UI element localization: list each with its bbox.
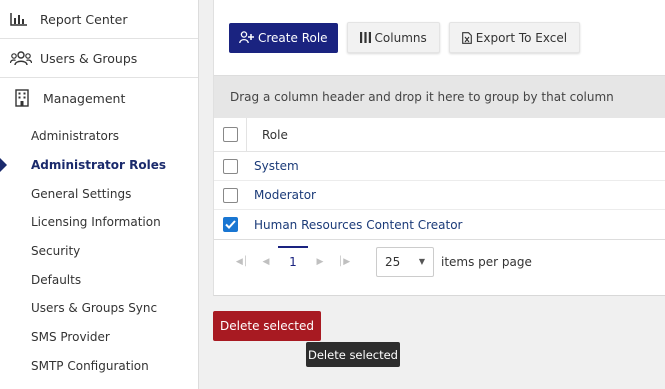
row-check-cell (214, 217, 246, 232)
sub-item-defaults[interactable]: Defaults (0, 265, 198, 294)
management-submenu: Administrators Administrator Roles Gener… (0, 118, 198, 380)
sub-item-general-settings[interactable]: General Settings (0, 179, 198, 208)
nav-report-center[interactable]: Report Center (0, 0, 198, 39)
chart-icon (10, 11, 32, 27)
select-all-checkbox[interactable] (222, 127, 238, 142)
export-excel-label: Export To Excel (475, 30, 568, 45)
next-page-icon[interactable]: ▶ (308, 257, 332, 267)
page-number-current[interactable]: 1 (278, 245, 308, 269)
row-checkbox[interactable] (222, 158, 238, 174)
sidebar: Report Center Users & Groups Management … (0, 0, 199, 389)
sub-item-administrator-roles[interactable]: Administrator Roles (0, 151, 198, 180)
row-checkbox[interactable] (222, 187, 238, 203)
roles-grid-panel: Create Role Columns Export To Excel Drag… (213, 0, 665, 296)
delete-selected-button[interactable]: Delete selected (213, 311, 321, 341)
sub-item-smtp-configuration[interactable]: SMTP Configuration (0, 352, 198, 381)
row-checkbox[interactable] (222, 217, 238, 232)
grid-toolbar: Create Role Columns Export To Excel (214, 0, 665, 75)
sub-item-licensing-information[interactable]: Licensing Information (0, 208, 198, 237)
last-page-icon[interactable]: │▶ (332, 257, 356, 267)
columns-button[interactable]: Columns (346, 22, 440, 53)
users-icon (10, 50, 32, 66)
checkmark-icon (224, 220, 236, 229)
table-row: Moderator (214, 181, 665, 210)
columns-label: Columns (374, 30, 427, 45)
row-check-cell (214, 187, 246, 203)
role-link[interactable]: System (246, 159, 299, 173)
nav-users-groups-label: Users & Groups (40, 50, 138, 66)
create-role-label: Create Role (258, 30, 328, 45)
select-all-cell (214, 127, 246, 142)
group-by-drop-zone[interactable]: Drag a column header and drop it here to… (214, 75, 665, 118)
sub-item-security[interactable]: Security (0, 237, 198, 266)
nav-management[interactable]: Management (0, 78, 198, 118)
nav-users-groups[interactable]: Users & Groups (0, 39, 198, 78)
role-link[interactable]: Human Resources Content Creator (246, 218, 463, 232)
table-row: Human Resources Content Creator (214, 210, 665, 239)
columns-icon (359, 32, 371, 43)
export-excel-button[interactable]: Export To Excel (448, 22, 581, 53)
first-page-icon[interactable]: ◀│ (230, 257, 254, 267)
sub-item-users-groups-sync[interactable]: Users & Groups Sync (0, 294, 198, 323)
prev-page-icon[interactable]: ◀ (254, 257, 278, 267)
page-size-value: 25 (385, 254, 401, 269)
page-size-select[interactable]: 25 ▼ (376, 246, 434, 277)
building-icon (15, 89, 33, 107)
excel-file-icon (461, 31, 472, 44)
table-row: System (214, 152, 665, 181)
items-per-page-label: items per page (441, 254, 532, 269)
nav-report-center-label: Report Center (40, 11, 128, 27)
sub-item-sms-provider[interactable]: SMS Provider (0, 323, 198, 352)
create-role-button[interactable]: Create Role (229, 22, 338, 53)
pager: ◀│ ◀ 1 ▶ │▶ 25 ▼ items per page (214, 239, 665, 283)
row-check-cell (214, 158, 246, 174)
nav-management-label: Management (43, 90, 126, 106)
grid-header-row: Role (214, 117, 665, 152)
role-link[interactable]: Moderator (246, 188, 316, 202)
column-header-role[interactable]: Role (247, 128, 288, 142)
chevron-down-icon: ▼ (418, 257, 425, 266)
delete-tooltip: Delete selected (306, 342, 400, 367)
sub-item-administrators[interactable]: Administrators (0, 122, 198, 151)
add-user-icon (239, 31, 254, 44)
